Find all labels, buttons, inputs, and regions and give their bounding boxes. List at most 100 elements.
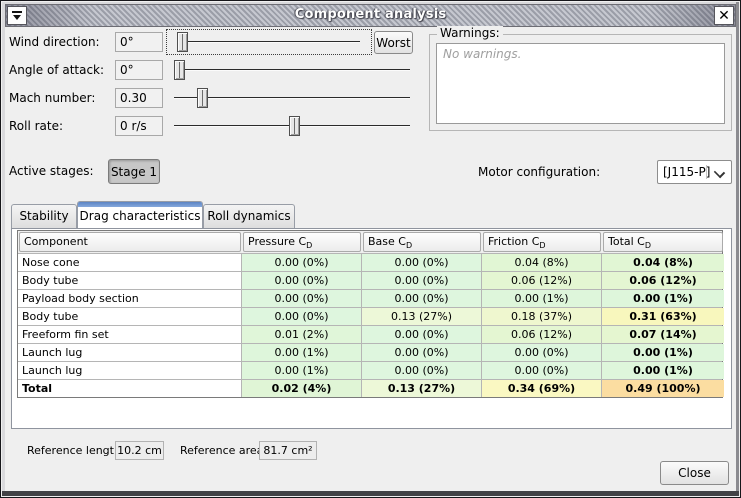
table-row[interactable]: Launch lug0.00 (1%)0.00 (0%)0.00 (0%)0.0… [18, 343, 722, 361]
angle-of-attack-label: Angle of attack: [9, 59, 104, 81]
drag-table-body: Nose cone0.00 (0%)0.00 (0%)0.04 (8%)0.04… [18, 253, 722, 397]
mach-number-slider[interactable] [174, 87, 410, 109]
pressure-cd-cell: 0.00 (1%) [242, 362, 362, 379]
wind-direction-label: Wind direction: [9, 31, 100, 53]
wind-direction-field[interactable] [115, 32, 163, 52]
drag-characteristics-panel: Component Pressure CD Base CD Friction C… [11, 228, 732, 429]
header-total-cd[interactable]: Total CD [602, 231, 724, 253]
mach-slider-thumb[interactable] [197, 88, 208, 108]
worst-button[interactable]: Worst [374, 31, 413, 54]
window-close-button[interactable]: ✕ [714, 6, 734, 25]
base-cd-cell: 0.00 (0%) [362, 290, 482, 307]
tab-label: Drag characteristics [78, 209, 202, 223]
angle-of-attack-slider[interactable] [174, 59, 410, 81]
roll-rate-slider[interactable] [174, 115, 410, 137]
reference-area-value: 81.7 cm² [259, 441, 317, 460]
pressure-cd-cell: 0.01 (2%) [242, 326, 362, 343]
window-menu-button[interactable] [7, 6, 27, 25]
tab-label: Roll dynamics [207, 209, 290, 223]
table-row[interactable]: Nose cone0.00 (0%)0.00 (0%)0.04 (8%)0.04… [18, 253, 722, 271]
friction-cd-cell: 0.00 (1%) [482, 290, 602, 307]
total-cd-cell: 0.04 (8%) [602, 254, 724, 271]
reference-area-label: Reference area: [180, 440, 267, 462]
pressure-cd-cell: 0.00 (0%) [242, 290, 362, 307]
friction-cd-cell: 0.06 (12%) [482, 326, 602, 343]
base-cd-cell: 0.00 (0%) [362, 362, 482, 379]
active-stages-label: Active stages: [9, 160, 94, 182]
drag-table-header: Component Pressure CD Base CD Friction C… [18, 231, 722, 253]
warnings-group: Warnings: No warnings. [429, 34, 732, 131]
base-cd-cell: 0.00 (0%) [362, 254, 482, 271]
component-cell: Total [18, 380, 242, 397]
header-pressure-cd[interactable]: Pressure CD [242, 231, 362, 253]
pressure-cd-cell: 0.00 (0%) [242, 308, 362, 325]
table-row[interactable]: Body tube0.00 (0%)0.13 (27%)0.18 (37%)0.… [18, 307, 722, 325]
component-cell: Body tube [18, 272, 242, 289]
reference-length-value: 10.2 cm [115, 441, 164, 460]
close-icon: ✕ [718, 9, 730, 23]
combo-separator [706, 165, 707, 179]
friction-cd-cell: 0.00 (0%) [482, 362, 602, 379]
tab-drag-characteristics[interactable]: Drag characteristics [77, 201, 203, 228]
base-cd-cell: 0.00 (0%) [362, 272, 482, 289]
chevron-down-icon [715, 168, 723, 176]
warnings-group-title: Warnings: [437, 26, 503, 40]
wind-direction-slider[interactable] [177, 31, 360, 53]
window-menu-icon [12, 11, 22, 20]
header-base-cd[interactable]: Base CD [362, 231, 482, 253]
reference-length-label: Reference length: [27, 440, 125, 462]
table-row[interactable]: Payload body section0.00 (0%)0.00 (0%)0.… [18, 289, 722, 307]
drag-table: Component Pressure CD Base CD Friction C… [17, 230, 723, 398]
window-frame [2, 491, 739, 496]
base-cd-cell: 0.00 (0%) [362, 344, 482, 361]
total-cd-cell: 0.00 (1%) [602, 344, 724, 361]
roll-slider-thumb[interactable] [289, 116, 300, 136]
table-row[interactable]: Total0.02 (4%)0.13 (27%)0.34 (69%)0.49 (… [18, 379, 722, 397]
tab-stability[interactable]: Stability [11, 204, 77, 228]
table-row[interactable]: Launch lug0.00 (1%)0.00 (0%)0.00 (0%)0.0… [18, 361, 722, 379]
component-analysis-dialog: Component analysis ✕ Wind direction: Wor… [0, 0, 741, 498]
friction-cd-cell: 0.04 (8%) [482, 254, 602, 271]
tab-roll-dynamics[interactable]: Roll dynamics [203, 204, 295, 228]
component-cell: Launch lug [18, 362, 242, 379]
close-button[interactable]: Close [660, 461, 729, 485]
total-cd-cell: 0.07 (14%) [602, 326, 724, 343]
total-cd-cell: 0.06 (12%) [602, 272, 724, 289]
angle-of-attack-field[interactable] [115, 60, 163, 80]
motor-configuration-value: [J115-P] [663, 161, 710, 183]
total-cd-cell: 0.49 (100%) [602, 380, 724, 397]
mach-number-field[interactable] [115, 88, 163, 108]
angle-slider-thumb[interactable] [174, 60, 185, 80]
motor-configuration-label: Motor configuration: [478, 161, 600, 183]
window-frame [736, 2, 739, 496]
wind-slider-thumb[interactable] [177, 32, 188, 52]
component-cell: Body tube [18, 308, 242, 325]
pressure-cd-cell: 0.00 (0%) [242, 272, 362, 289]
tab-label: Stability [19, 209, 68, 223]
friction-cd-cell: 0.18 (37%) [482, 308, 602, 325]
component-cell: Nose cone [18, 254, 242, 271]
pressure-cd-cell: 0.00 (0%) [242, 254, 362, 271]
friction-cd-cell: 0.00 (0%) [482, 344, 602, 361]
title-bar[interactable]: Component analysis ✕ [5, 4, 736, 27]
header-component[interactable]: Component [18, 231, 242, 253]
base-cd-cell: 0.13 (27%) [362, 380, 482, 397]
roll-rate-label: Roll rate: [9, 115, 63, 137]
warnings-list[interactable]: No warnings. [436, 43, 725, 124]
total-cd-cell: 0.00 (1%) [602, 290, 724, 307]
component-cell: Freeform fin set [18, 326, 242, 343]
total-cd-cell: 0.00 (1%) [602, 362, 724, 379]
roll-rate-field[interactable] [115, 116, 163, 136]
total-cd-cell: 0.31 (63%) [602, 308, 724, 325]
base-cd-cell: 0.13 (27%) [362, 308, 482, 325]
motor-configuration-select[interactable]: [J115-P] [657, 160, 732, 184]
table-row[interactable]: Freeform fin set0.01 (2%)0.00 (0%)0.06 (… [18, 325, 722, 343]
table-row[interactable]: Body tube0.00 (0%)0.00 (0%)0.06 (12%)0.0… [18, 271, 722, 289]
no-warnings-text: No warnings. [443, 47, 521, 61]
selected-tab-accent [78, 202, 202, 207]
friction-cd-cell: 0.34 (69%) [482, 380, 602, 397]
stage-1-toggle-button[interactable]: Stage 1 [108, 159, 160, 184]
friction-cd-cell: 0.06 (12%) [482, 272, 602, 289]
header-friction-cd[interactable]: Friction CD [482, 231, 602, 253]
component-cell: Payload body section [18, 290, 242, 307]
